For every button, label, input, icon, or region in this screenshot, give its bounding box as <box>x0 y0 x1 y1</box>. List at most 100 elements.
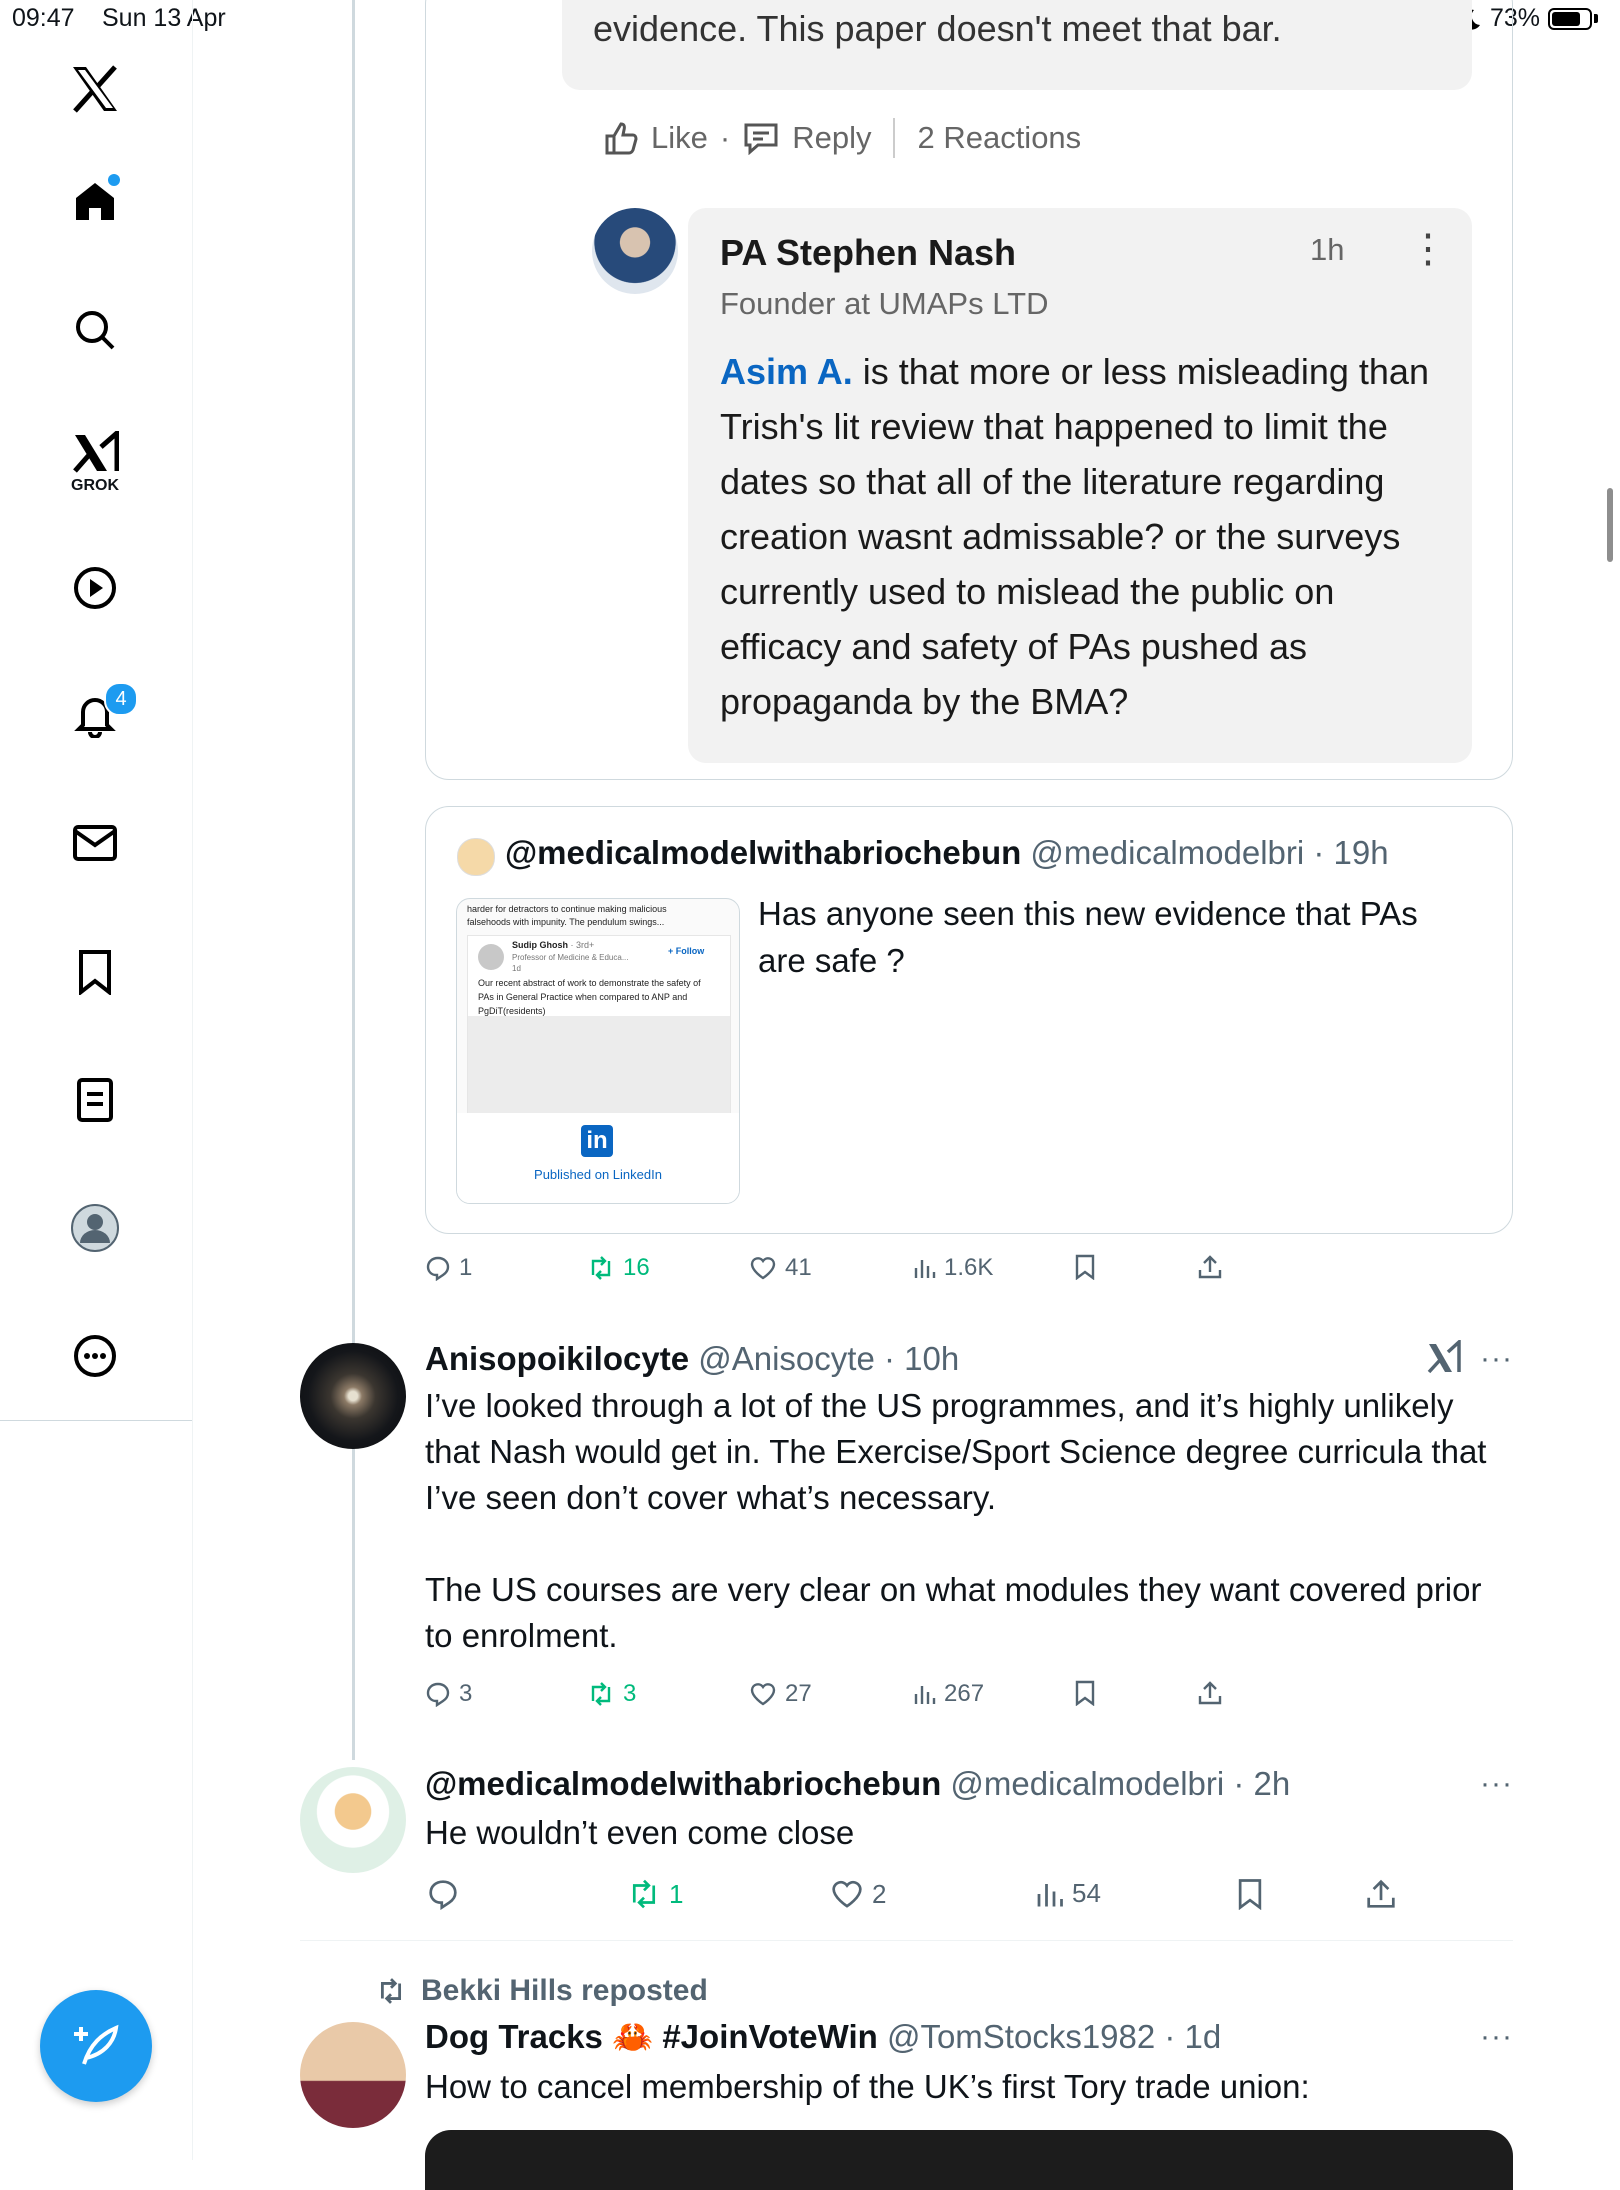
handle-time[interactable]: @medicalmodelbri · 2h <box>941 1765 1290 1802</box>
linkedin-logo-icon: in <box>581 1125 613 1157</box>
bookmark-button[interactable] <box>1074 1680 1096 1706</box>
thumb-published: Published on LinkedIn <box>534 1167 662 1182</box>
author-avatar[interactable] <box>300 1767 406 1873</box>
comment-time: 1h <box>1310 232 1345 267</box>
share-button[interactable] <box>1197 1254 1223 1280</box>
author-avatar[interactable] <box>300 1343 406 1449</box>
reply-bubble-icon <box>744 123 778 155</box>
thumb-body: Our recent abstract of work to demonstra… <box>478 978 701 1016</box>
views-button[interactable]: 267 <box>912 1680 984 1708</box>
quoted-tweet-text: Has anyone seen this new evidence that P… <box>758 895 1418 979</box>
grok-button[interactable]: GROK <box>70 428 120 498</box>
search-icon[interactable] <box>70 305 120 355</box>
bookmark-icon <box>1075 1680 1095 1706</box>
quoted-tweet-header: @medicalmodelwithabriochebun @medicalmod… <box>505 834 1389 872</box>
notifications-icon[interactable]: 4 <box>70 682 138 740</box>
bookmark-icon <box>1075 1254 1095 1280</box>
share-button[interactable] <box>1365 1878 1397 1910</box>
repost-icon <box>591 1256 611 1280</box>
tweet-text: He wouldn’t even come close <box>425 1814 855 1851</box>
bookmark-icon <box>1238 1879 1262 1910</box>
handle-time[interactable]: @Anisocyte · 10h <box>689 1340 959 1377</box>
quoted-display-name: @medicalmodelwithabriochebun <box>505 834 1022 871</box>
repost-button[interactable]: 1 <box>627 1878 683 1910</box>
notifications-badge: 4 <box>104 682 138 716</box>
tweet-header: Anisopoikilocyte @Anisocyte · 10h <box>425 1340 959 1378</box>
comment-body-text: is that more or less misleading than Tri… <box>720 351 1429 722</box>
tweet-header: @medicalmodelwithabriochebun @medicalmod… <box>425 1765 1290 1803</box>
thumb-author: Sudip Ghosh <box>512 940 568 950</box>
compose-post-button[interactable] <box>40 1990 152 2102</box>
reply-label: Reply <box>792 120 872 155</box>
more-options-icon[interactable]: ··· <box>1480 1767 1513 1801</box>
more-options-icon[interactable] <box>70 1331 120 1381</box>
more-options-icon[interactable]: ··· <box>1480 1342 1513 1376</box>
heart-icon <box>750 1257 776 1280</box>
repost-indicator[interactable]: Bekki Hills reposted <box>375 1974 708 2008</box>
bookmark-button[interactable] <box>1074 1254 1096 1280</box>
profile-avatar-icon[interactable] <box>70 1203 120 1253</box>
tweet-text-paragraph-2: The US courses are very clear on what mo… <box>425 1571 1482 1654</box>
tweet-header: Dog Tracks 🦀 #JoinVoteWin @TomStocks1982… <box>425 2018 1221 2057</box>
heart-icon <box>750 1683 776 1706</box>
quoted-author-avatar <box>457 838 495 876</box>
comment-body: Asim A. is that more or less misleading … <box>720 344 1440 729</box>
thumb-top-line-2: falsehoods with impunity. The pendulum s… <box>467 917 665 927</box>
commenter-name: PA Stephen Nash <box>720 232 1017 273</box>
like-button[interactable]: 27 <box>749 1680 812 1708</box>
bookmarks-icon[interactable] <box>70 947 120 997</box>
like-button[interactable]: 2 <box>830 1878 886 1910</box>
home-icon[interactable] <box>70 174 120 226</box>
thumb-follow: + Follow <box>668 946 705 956</box>
battery-icon <box>1548 7 1592 30</box>
handle-time[interactable]: @TomStocks1982 · 1d <box>878 2018 1221 2055</box>
share-icon <box>1367 1879 1395 1908</box>
tweet-body: I’ve looked through a lot of the US prog… <box>425 1383 1505 1659</box>
home-unread-dot <box>108 174 120 186</box>
quoted-media-thumbnail[interactable]: harder for detractors to continue making… <box>456 898 740 1204</box>
display-name[interactable]: Dog Tracks 🦀 #JoinVoteWin <box>425 2018 878 2055</box>
mention: Asim A. <box>720 351 853 392</box>
like-button[interactable]: 41 <box>749 1254 812 1282</box>
video-icon[interactable] <box>70 563 120 613</box>
linkedin-comment-actions: Like · Reply 2 Reactions <box>603 118 1081 158</box>
reactions-count: 2 Reactions <box>917 120 1082 155</box>
sidebar: GROK 4 <box>0 0 193 2160</box>
grok-icon <box>73 431 119 473</box>
bookmark-button[interactable] <box>1236 1878 1264 1910</box>
views-button[interactable]: 54 <box>1034 1878 1101 1909</box>
author-avatar[interactable] <box>300 2022 406 2128</box>
views-icon <box>1037 1883 1063 1906</box>
share-button[interactable] <box>1197 1680 1223 1706</box>
repost-icon <box>632 1879 656 1909</box>
repost-button[interactable]: 16 <box>587 1254 650 1282</box>
like-label: Like <box>651 120 708 155</box>
thumbs-up-icon <box>605 122 638 155</box>
views-icon <box>914 1260 936 1278</box>
sidebar-divider <box>0 1420 192 1421</box>
reply-button[interactable]: 3 <box>425 1680 472 1708</box>
reply-icon <box>429 1880 457 1910</box>
scrollbar[interactable] <box>1607 488 1613 562</box>
reply-icon <box>426 1256 450 1281</box>
views-button[interactable]: 1.6K <box>912 1254 993 1282</box>
display-name[interactable]: @medicalmodelwithabriochebun <box>425 1765 941 1802</box>
reply-button[interactable] <box>427 1878 459 1910</box>
grok-label: GROK <box>71 477 119 494</box>
repost-label: Bekki Hills reposted <box>421 1974 708 2007</box>
more-options-icon[interactable]: ··· <box>1480 2020 1513 2054</box>
reply-icon <box>426 1682 450 1707</box>
lists-icon[interactable] <box>70 1075 120 1125</box>
commenter-headline: Founder at UMAPs LTD <box>720 286 1049 321</box>
tweet-separator <box>300 1940 1513 1941</box>
x-logo-icon[interactable] <box>70 64 120 114</box>
messages-icon[interactable] <box>70 818 120 868</box>
thumb-author-avatar <box>478 944 504 970</box>
tweet-text: How to cancel membership of the UK’s fir… <box>425 2068 1310 2105</box>
display-name[interactable]: Anisopoikilocyte <box>425 1340 689 1377</box>
thumb-age: 1d <box>512 964 521 973</box>
repost-button[interactable]: 3 <box>587 1680 636 1708</box>
grok-explain-icon[interactable] <box>1426 1338 1462 1381</box>
reply-button[interactable]: 1 <box>425 1254 472 1282</box>
tweet-media-preview[interactable] <box>425 2130 1513 2190</box>
